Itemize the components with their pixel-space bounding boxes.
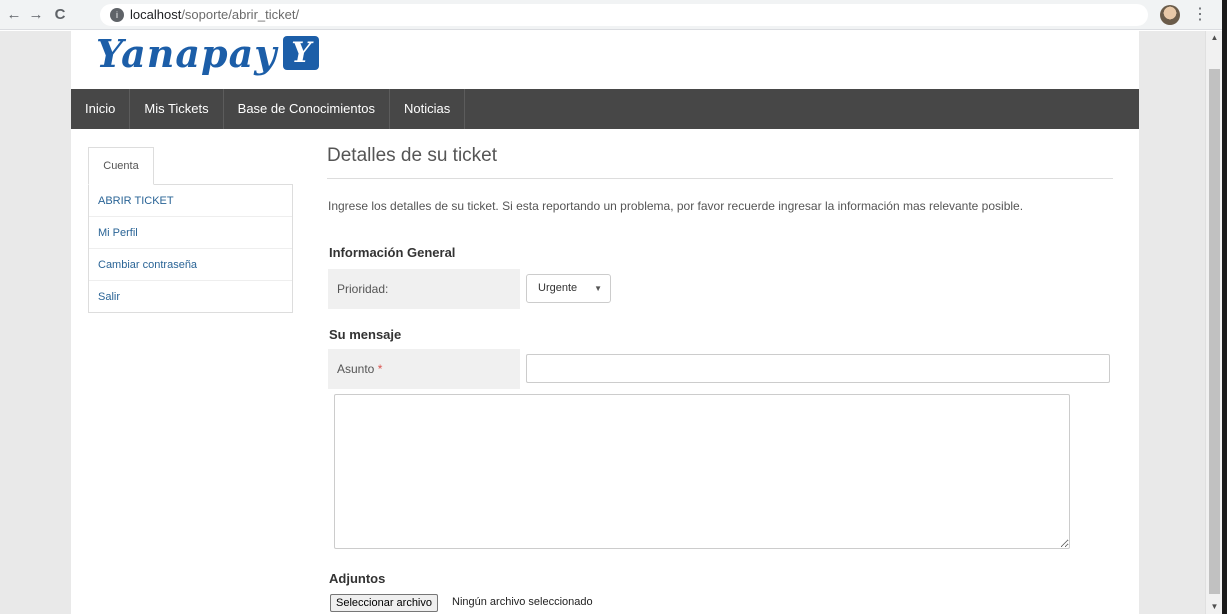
site-info-icon[interactable]: i (110, 8, 124, 22)
address-url[interactable]: localhost/soporte/abrir_ticket/ (130, 7, 299, 22)
browser-menu-icon[interactable]: ⋮ (1192, 5, 1208, 25)
window-border (1222, 0, 1227, 614)
message-section-heading: Su mensaje (329, 327, 402, 342)
browser-toolbar: ← → C i localhost/soporte/abrir_ticket/ … (0, 0, 1227, 30)
sidebar-item-abrir-ticket[interactable]: ABRIR TICKET (89, 185, 292, 217)
address-bar[interactable]: i localhost/soporte/abrir_ticket/ (100, 4, 1148, 26)
scroll-down-icon[interactable]: ▼ (1206, 600, 1223, 614)
general-section-heading: Información General (329, 245, 456, 260)
priority-select-value: Urgente (538, 282, 578, 294)
tab-cuenta[interactable]: Cuenta (88, 147, 154, 185)
file-status-text: Ningún archivo seleccionado (452, 596, 593, 608)
required-marker: * (377, 362, 383, 376)
subject-label-text: Asunto (337, 362, 375, 376)
page-gutter-left (0, 31, 71, 614)
logo-wordmark: Yanapay (96, 30, 278, 76)
page-gutter-right (1139, 31, 1205, 614)
page-title: Detalles de su ticket (327, 145, 498, 166)
account-menu: ABRIR TICKET Mi Perfil Cambiar contraseñ… (88, 184, 293, 313)
url-path: /soporte/abrir_ticket/ (181, 7, 300, 22)
caret-down-icon: ▼ (594, 284, 602, 293)
logo-mark-icon: Y (283, 36, 320, 70)
nav-item-noticias[interactable]: Noticias (390, 89, 466, 129)
sidebar-item-cambiar-contrasena[interactable]: Cambiar contraseña (89, 249, 292, 281)
subject-input[interactable] (526, 354, 1110, 383)
intro-text: Ingrese los detalles de su ticket. Si es… (328, 199, 1024, 213)
vertical-scrollbar[interactable]: ▲ ▼ (1205, 31, 1222, 614)
main-nav: Inicio Mis Tickets Base de Conocimientos… (71, 89, 1139, 129)
site-logo[interactable]: Yanapay Y (96, 28, 320, 78)
profile-avatar[interactable] (1160, 5, 1180, 25)
scroll-up-icon[interactable]: ▲ (1206, 31, 1223, 45)
forward-arrow-icon[interactable]: → (26, 5, 46, 25)
nav-item-inicio[interactable]: Inicio (71, 89, 131, 129)
choose-file-button[interactable]: Seleccionar archivo (330, 594, 438, 612)
url-host: localhost (130, 7, 182, 22)
title-divider (327, 178, 1113, 179)
nav-item-mis-tickets[interactable]: Mis Tickets (130, 89, 224, 129)
back-arrow-icon[interactable]: ← (4, 5, 24, 25)
nav-item-base-de-conocimientos[interactable]: Base de Conocimientos (224, 89, 390, 129)
scroll-thumb[interactable] (1209, 69, 1220, 594)
subject-label: Asunto * (328, 349, 520, 389)
priority-select[interactable]: Urgente ▼ (526, 274, 611, 303)
sidebar-item-mi-perfil[interactable]: Mi Perfil (89, 217, 292, 249)
attachments-section-heading: Adjuntos (329, 571, 386, 586)
message-textarea[interactable] (334, 394, 1070, 549)
priority-label: Prioridad: (328, 269, 520, 309)
reload-icon[interactable]: C (50, 5, 70, 25)
sidebar-item-salir[interactable]: Salir (89, 281, 292, 313)
